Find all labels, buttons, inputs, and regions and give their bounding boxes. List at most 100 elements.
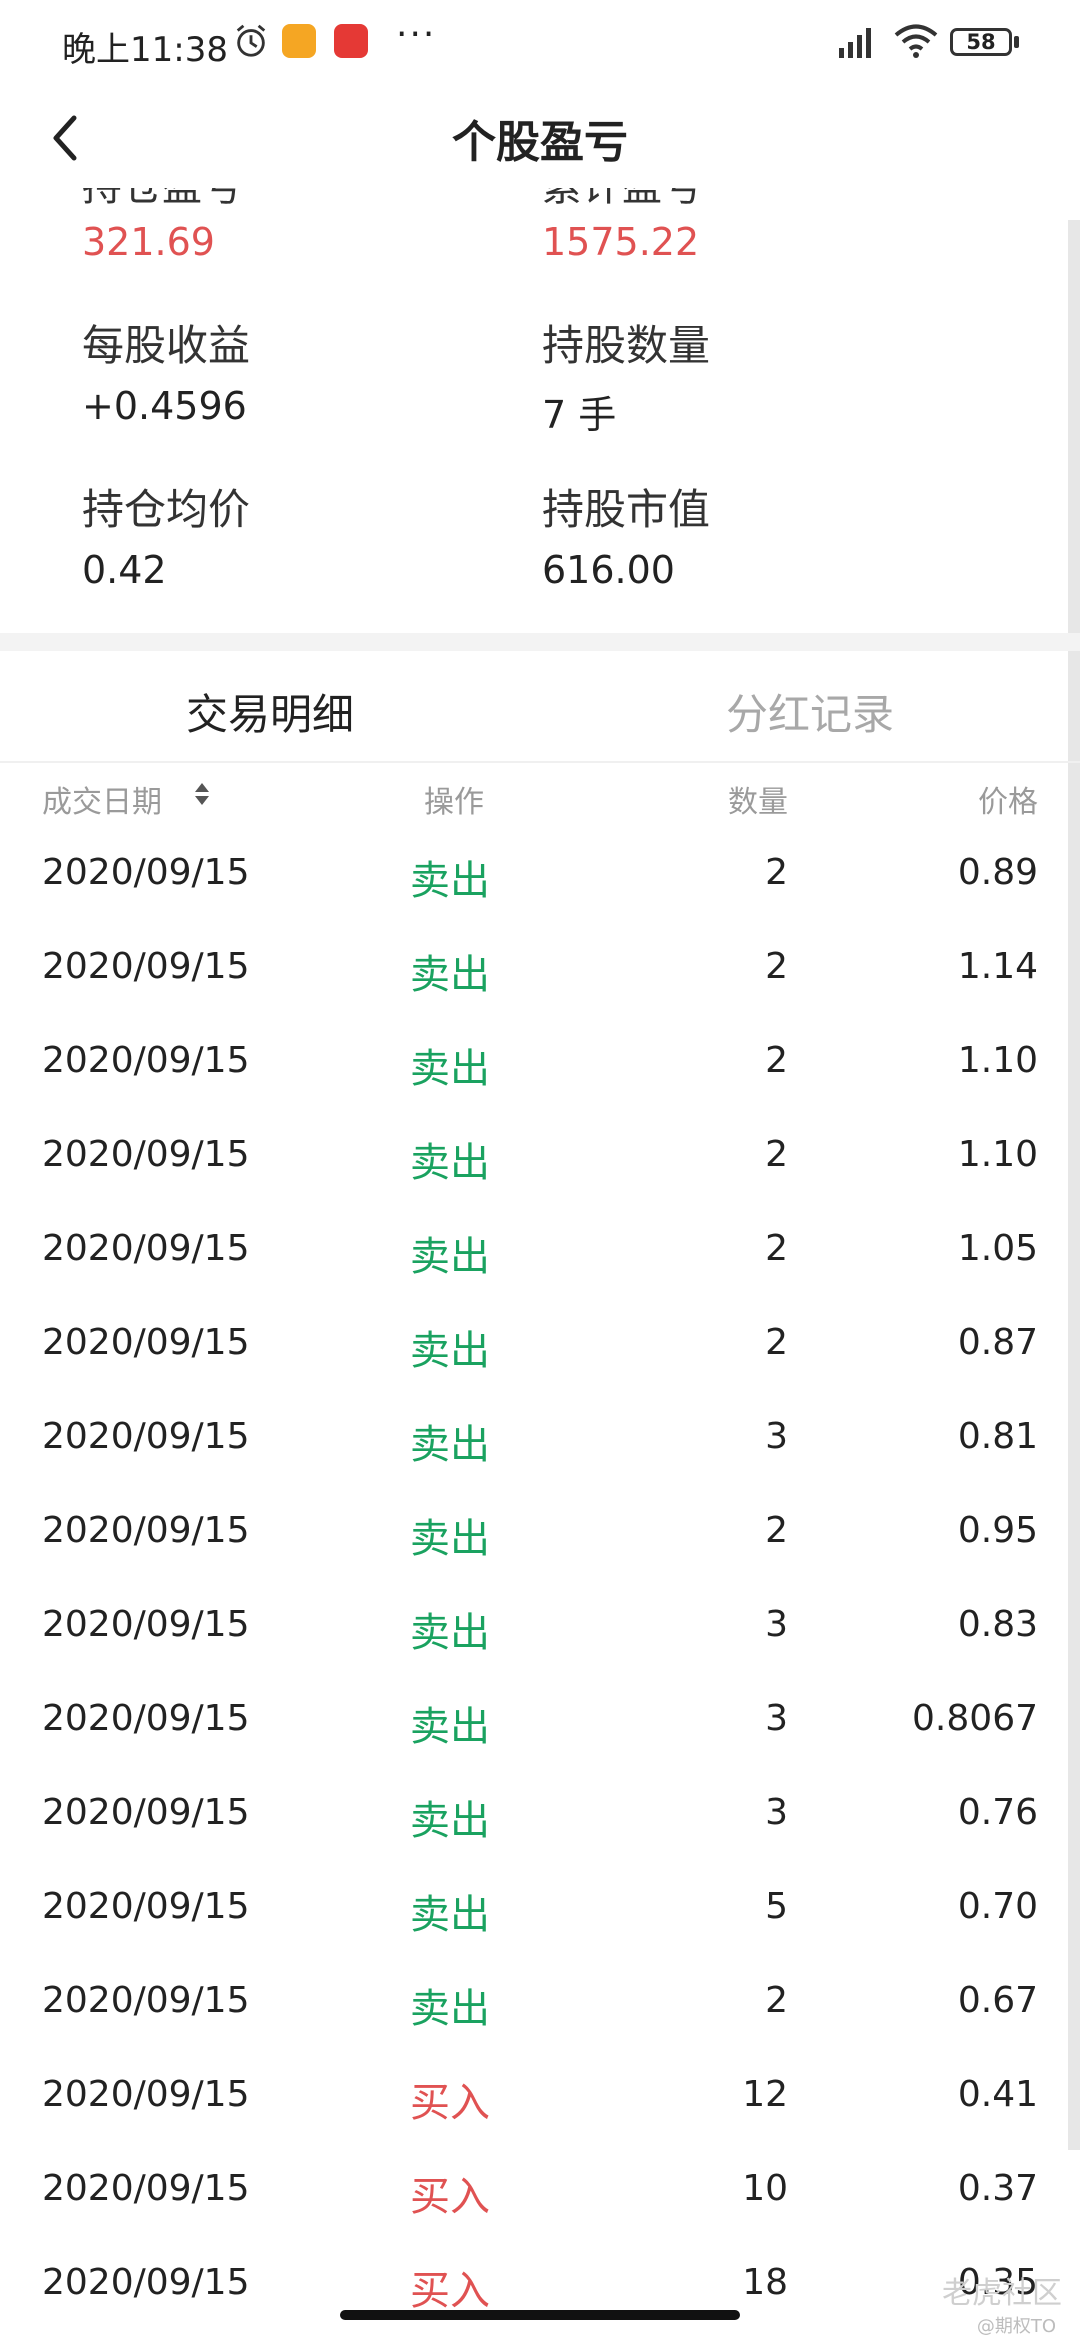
more-notifications-icon: ··· [396, 14, 437, 55]
trade-operation: 卖出 [410, 858, 490, 904]
watermark-sub: @期权TO [976, 2316, 1056, 2337]
col-price-header: 价格 [978, 785, 1038, 820]
table-row[interactable]: 2020/09/15 卖出 2 0.67 [0, 1956, 1080, 2050]
signal-icon [839, 28, 871, 58]
trade-operation: 买入 [410, 2268, 490, 2314]
battery-icon: 58 [950, 28, 1012, 56]
trade-price: 0.81 [957, 1416, 1038, 1457]
trade-operation: 卖出 [410, 1610, 490, 1656]
trade-date: 2020/09/15 [42, 1040, 250, 1081]
trade-operation: 卖出 [410, 1798, 490, 1844]
trade-date: 2020/09/15 [42, 1980, 250, 2021]
trade-date: 2020/09/15 [42, 1698, 250, 1739]
trade-operation: 卖出 [410, 952, 490, 998]
col-qty-header: 数量 [728, 785, 788, 820]
trade-price: 1.05 [957, 1228, 1038, 1269]
wifi-icon [894, 24, 938, 58]
table-row[interactable]: 2020/09/15 买入 12 0.41 [0, 2050, 1080, 2144]
trade-price: 0.76 [957, 1792, 1038, 1833]
cut-right-label: 累计盈亏 [542, 188, 702, 212]
table-row[interactable]: 2020/09/15 卖出 2 1.10 [0, 1016, 1080, 1110]
avg-cost-label: 持仓均价 [82, 485, 251, 534]
trade-date: 2020/09/15 [42, 1792, 250, 1833]
trade-price: 0.95 [957, 1510, 1038, 1551]
trade-operation: 卖出 [410, 1516, 490, 1562]
trade-price: 1.10 [957, 1134, 1038, 1175]
trade-price: 0.41 [957, 2074, 1038, 2115]
trade-operation: 卖出 [410, 1892, 490, 1938]
trade-quantity: 2 [765, 1228, 788, 1269]
trade-date: 2020/09/15 [42, 1510, 250, 1551]
summary-panel: 持仓盈亏 累计盈亏 321.69 1575.22 每股收益 +0.4596 持股… [0, 188, 1080, 633]
trade-price: 0.70 [957, 1886, 1038, 1927]
avg-cost-value: 0.42 [82, 548, 167, 592]
trade-quantity: 18 [742, 2262, 788, 2303]
table-row[interactable]: 2020/09/15 卖出 3 0.81 [0, 1392, 1080, 1486]
trade-price: 0.89 [957, 852, 1038, 893]
trade-date: 2020/09/15 [42, 2074, 250, 2115]
table-row[interactable]: 2020/09/15 卖出 2 0.87 [0, 1298, 1080, 1392]
trade-quantity: 3 [765, 1416, 788, 1457]
sort-icon[interactable] [193, 781, 211, 807]
trade-quantity: 3 [765, 1604, 788, 1645]
table-row[interactable]: 2020/09/15 卖出 5 0.70 [0, 1862, 1080, 1956]
trade-price: 1.10 [957, 1040, 1038, 1081]
trade-quantity: 2 [765, 946, 788, 987]
trade-date: 2020/09/15 [42, 1322, 250, 1363]
section-divider [0, 633, 1080, 651]
eps-value: +0.4596 [82, 384, 247, 428]
table-row[interactable]: 2020/09/15 卖出 3 0.8067 [0, 1674, 1080, 1768]
trade-price: 0.37 [957, 2168, 1038, 2209]
table-row[interactable]: 2020/09/15 卖出 3 0.83 [0, 1580, 1080, 1674]
trade-price: 0.67 [957, 1980, 1038, 2021]
trade-quantity: 2 [765, 1510, 788, 1551]
table-row[interactable]: 2020/09/15 卖出 3 0.76 [0, 1768, 1080, 1862]
shares-value: 7 手 [542, 393, 617, 437]
trade-operation: 卖出 [410, 1328, 490, 1374]
tab-bar: 交易明细 分红记录 [0, 651, 1080, 763]
col-date-header[interactable]: 成交日期 [42, 777, 162, 821]
table-row[interactable]: 2020/09/15 卖出 2 0.89 [0, 828, 1080, 922]
table-row[interactable]: 2020/09/15 买入 10 0.37 [0, 2144, 1080, 2238]
table-header: 成交日期 操作 数量 价格 [0, 763, 1080, 823]
trade-date: 2020/09/15 [42, 1228, 250, 1269]
trade-date: 2020/09/15 [42, 2168, 250, 2209]
trade-date: 2020/09/15 [42, 852, 250, 893]
trade-price: 1.14 [957, 946, 1038, 987]
trade-price: 0.87 [957, 1322, 1038, 1363]
tab-trade-details[interactable]: 交易明细 [0, 681, 540, 742]
table-row[interactable]: 2020/09/15 卖出 2 1.14 [0, 922, 1080, 1016]
trade-date: 2020/09/15 [42, 1886, 250, 1927]
trade-operation: 买入 [410, 2080, 490, 2126]
trade-operation: 卖出 [410, 1140, 490, 1186]
trade-operation: 卖出 [410, 1046, 490, 1092]
position-pnl-value: 321.69 [82, 220, 215, 264]
battery-tip [1014, 36, 1019, 48]
total-pnl-value: 1575.22 [542, 220, 700, 264]
trade-quantity: 2 [765, 852, 788, 893]
status-time: 晚上11:38 [62, 30, 228, 70]
trade-date: 2020/09/15 [42, 946, 250, 987]
eps-label: 每股收益 [82, 321, 251, 370]
trade-price: 0.8067 [912, 1698, 1038, 1739]
trade-quantity: 10 [742, 2168, 788, 2209]
table-row[interactable]: 2020/09/15 卖出 2 1.05 [0, 1204, 1080, 1298]
status-bar: 晚上11:38 ··· 58 [0, 0, 1080, 88]
notification-app2-icon [334, 24, 368, 58]
shares-label: 持股数量 [542, 321, 711, 370]
trade-date: 2020/09/15 [42, 1134, 250, 1175]
trade-date: 2020/09/15 [42, 1416, 250, 1457]
notification-app-icon [282, 24, 316, 58]
table-row[interactable]: 2020/09/15 卖出 2 1.10 [0, 1110, 1080, 1204]
trade-operation: 卖出 [410, 1422, 490, 1468]
market-value-value: 616.00 [542, 548, 675, 592]
trade-operation: 卖出 [410, 1986, 490, 2032]
home-indicator[interactable] [340, 2310, 740, 2320]
trade-quantity: 2 [765, 1980, 788, 2021]
tab-dividend-records[interactable]: 分红记录 [540, 681, 1080, 742]
watermark: 老虎社区 [942, 2276, 1062, 2311]
table-row[interactable]: 2020/09/15 卖出 2 0.95 [0, 1486, 1080, 1580]
trade-quantity: 2 [765, 1322, 788, 1363]
trade-quantity: 12 [742, 2074, 788, 2115]
trade-quantity: 2 [765, 1134, 788, 1175]
